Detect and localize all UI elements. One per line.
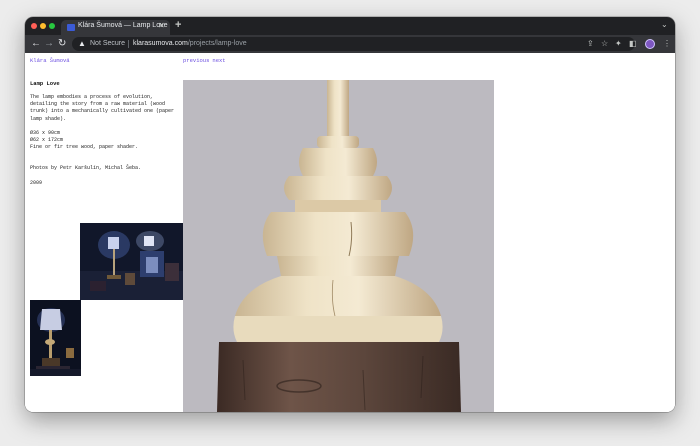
tab-bar: Klára Šumová — Lamp Love ✕ + ⌄ [25,17,675,35]
lamp-detail-photo [183,80,494,412]
reload-icon[interactable]: ↻ [58,38,66,50]
url-text[interactable]: klarasumova.com/projects/lamp-love [133,40,247,47]
lamp-portrait-thumbnail[interactable] [30,300,81,376]
address-bar[interactable]: ▲ Not Secure klarasumova.com/projects/la… [72,37,635,51]
profile-avatar[interactable] [645,39,655,49]
project-title: Lamp Love [30,80,60,87]
url-host: klarasumova.com [133,40,188,47]
lamp-room-photo [80,223,183,300]
close-window-button[interactable] [31,23,37,29]
kebab-menu-icon[interactable]: ⋮ [663,38,671,50]
back-arrow-icon[interactable]: ← [31,38,41,50]
address-divider [128,40,129,48]
browser-toolbar: ← → ↻ ▲ Not Secure klarasumova.com/proje… [25,35,675,53]
project-year: 2009 [30,179,43,186]
chevron-down-icon[interactable]: ⌄ [661,20,668,29]
next-link[interactable]: next [212,57,225,64]
site-name-link[interactable]: Klára Šumová [30,57,70,64]
lamp-room-thumbnail[interactable] [80,223,183,300]
close-icon[interactable]: ✕ [158,21,165,30]
photo-credits: Photos by Petr Karšulín, Michal Šeba. [30,165,142,172]
lamp-detail-illustration [183,80,494,412]
tab-title: Klára Šumová — Lamp Love [78,22,168,29]
project-pager: previous next [183,57,229,64]
dimension-small: Ø36 x 90cm [30,129,61,136]
bookmark-star-icon[interactable]: ☆ [601,38,608,50]
page-content: Klára Šumová previous next Lamp Love The … [25,53,675,412]
dimension-large: Ø62 x 172cm [30,137,64,144]
active-tab[interactable]: Klára Šumová — Lamp Love ✕ [61,20,170,35]
project-description-block: The lamp embodies a process of evolution… [30,94,178,187]
side-panel-icon[interactable]: ◧ [629,38,637,50]
forward-arrow-icon[interactable]: → [44,38,54,50]
previous-link[interactable]: previous [183,57,209,64]
square-favicon-icon [67,24,75,31]
warning-icon[interactable]: ▲ [78,39,86,48]
project-materials: Fine or fir tree wood, paper shader. [30,144,139,151]
share-icon[interactable]: ⇪ [587,38,594,50]
security-label[interactable]: Not Secure [90,40,125,47]
extensions-puzzle-icon[interactable]: ✦ [615,38,622,50]
minimize-window-button[interactable] [40,23,46,29]
lamp-portrait-photo [30,300,81,376]
project-description: The lamp embodies a process of evolution… [30,94,175,122]
new-tab-button[interactable]: + [175,19,181,31]
url-path: /projects/lamp-love [187,40,247,47]
browser-window: Klára Šumová — Lamp Love ✕ + ⌄ ← → ↻ ▲ N… [25,17,675,412]
zoom-window-button[interactable] [49,23,55,29]
